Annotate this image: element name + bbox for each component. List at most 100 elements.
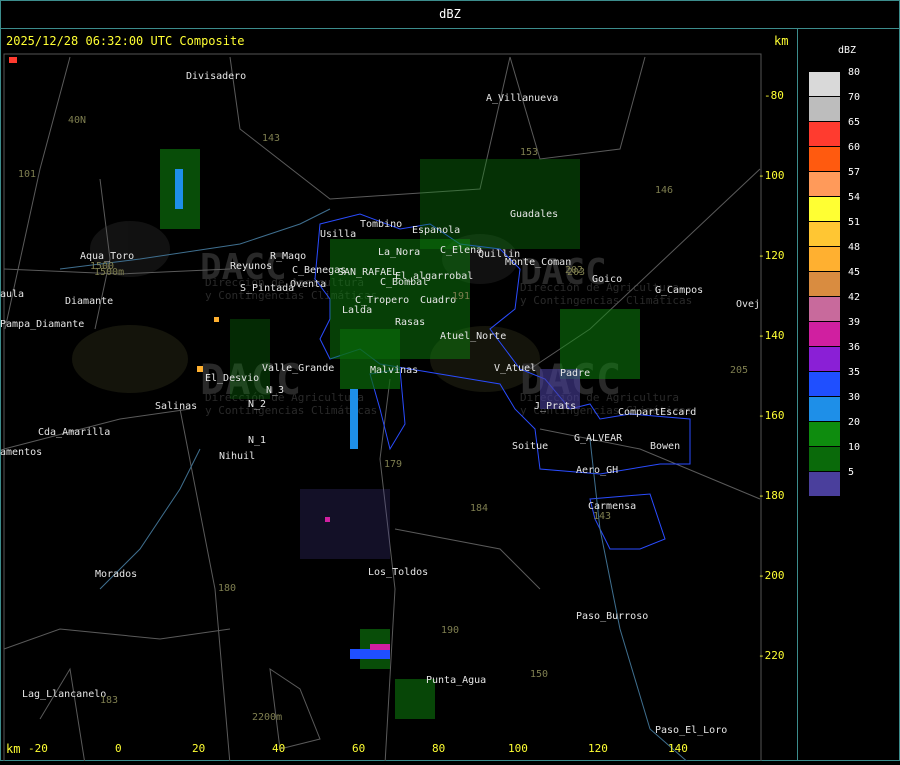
place-label: Goico: [592, 274, 623, 285]
place-label: Rasas: [395, 317, 426, 328]
radar-map-canvas: DACC DACC DACC DACC Dirección de Agricul…: [3, 53, 762, 765]
place-label: Ovej: [736, 299, 761, 310]
place-label: R_Maqo: [270, 251, 307, 262]
radar-map[interactable]: DACC DACC DACC DACC Dirección de Agricul…: [0, 29, 798, 765]
legend-swatch: [809, 272, 840, 296]
place-label: Nihuil: [219, 451, 256, 462]
legend-label: 36: [848, 342, 861, 353]
legend-label: 20: [848, 417, 861, 428]
legend-title: dBZ: [838, 45, 857, 56]
legend-swatch: [809, 347, 840, 371]
place-label: A_Villanueva: [486, 93, 559, 104]
legend-label: 70: [848, 92, 861, 103]
place-label: Salinas: [155, 401, 198, 412]
place-label: Morados: [95, 569, 138, 580]
place-label: Padre: [560, 368, 591, 379]
place-label: C_Benegas: [292, 265, 347, 276]
legend-swatch: [809, 247, 840, 271]
place-label: Diamante: [65, 296, 114, 307]
legend-swatch: [809, 297, 840, 321]
place-label: S_Pintada: [240, 283, 295, 294]
legend-swatch: [809, 222, 840, 246]
svg-text:Dirección de Agricultura: Dirección de Agricultura: [205, 391, 364, 404]
legend-swatch: [809, 447, 840, 471]
x-tick: 100: [508, 742, 528, 755]
place-label: C_Bombal: [380, 277, 429, 288]
place-label: Usilla: [320, 229, 357, 240]
place-label: CompartEscard: [618, 407, 697, 418]
place-label: Malvinas: [370, 365, 419, 376]
place-label: Valle_Grande: [262, 363, 335, 374]
place-label: Paso_Burroso: [576, 611, 649, 622]
x-tick: 120: [588, 742, 608, 755]
legend-label: 42: [848, 292, 861, 303]
place-label: Punta_Agua: [426, 675, 487, 686]
place-label: 1500: [90, 261, 115, 272]
place-label: G_ALVEAR: [574, 433, 623, 444]
place-label: 190: [441, 625, 460, 636]
legend-swatch: [809, 372, 840, 396]
place-label: Oventa: [290, 279, 327, 290]
place-label: 143: [593, 511, 612, 522]
place-label: 183: [100, 695, 119, 706]
place-label: Cuadro: [420, 295, 457, 306]
x-tick: 0: [115, 742, 122, 755]
place-label: Tombino: [360, 219, 403, 230]
y-tick: -120: [758, 249, 785, 262]
legend-label: 48: [848, 242, 861, 253]
place-label: Lalda: [342, 305, 373, 316]
place-label: Reyunos: [230, 261, 273, 272]
y-tick: -180: [758, 489, 785, 502]
x-tick: -20: [28, 742, 48, 755]
place-label: G_Campos: [655, 285, 704, 296]
place-label: amentos: [0, 447, 43, 458]
place-label: 2200m: [252, 712, 283, 723]
place-label: 184: [470, 503, 489, 514]
legend-label: 35: [848, 367, 861, 378]
legend-label: 65: [848, 117, 861, 128]
x-tick: 140: [668, 742, 688, 755]
place-label: 203: [567, 267, 586, 278]
legend-label: 51: [848, 217, 861, 228]
legend-swatch: [809, 397, 840, 421]
legend-label: 60: [848, 142, 861, 153]
legend-label: 54: [848, 192, 861, 203]
place-label: La_Nora: [378, 247, 421, 258]
place-label: Pampa_Diamante: [0, 319, 85, 330]
y-tick: -220: [758, 649, 785, 662]
place-label: N_2: [248, 399, 267, 410]
product-title: dBZ: [0, 0, 900, 29]
x-tick: 20: [192, 742, 206, 755]
legend-label: 30: [848, 392, 861, 403]
x-tick: 60: [352, 742, 366, 755]
legend-swatch: [809, 72, 840, 96]
place-label: C_Elena: [440, 245, 483, 256]
place-label: Aero_GH: [576, 465, 619, 476]
place-label: 191: [452, 291, 471, 302]
place-label: Cda_Amarilla: [38, 427, 111, 438]
legend-swatch: [809, 97, 840, 121]
legend-swatch: [809, 197, 840, 221]
place-label: 143: [262, 133, 281, 144]
place-label: 146: [655, 185, 674, 196]
x-tick: 40: [272, 742, 286, 755]
legend-label: 5: [848, 467, 855, 478]
place-label: 180: [218, 583, 237, 594]
legend-swatch: [809, 472, 840, 496]
place-label: Lag_Llancanelo: [22, 689, 107, 700]
place-label: 179: [384, 459, 403, 470]
km-unit-top: km: [774, 34, 789, 48]
place-label: J_Prats: [534, 401, 577, 412]
legend-label: 10: [848, 442, 861, 453]
place-label: aula: [0, 289, 25, 300]
legend-swatch: [809, 322, 840, 346]
place-label: 205: [730, 365, 749, 376]
legend-swatch: [809, 422, 840, 446]
y-tick: -140: [758, 329, 785, 342]
place-label: 150: [530, 669, 549, 680]
x-tick: 80: [432, 742, 446, 755]
place-label: Los_Toldos: [368, 567, 429, 578]
place-label: Monte_Coman: [505, 257, 572, 268]
place-label: Atuel_Norte: [440, 331, 507, 342]
legend-label: 80: [848, 67, 861, 78]
